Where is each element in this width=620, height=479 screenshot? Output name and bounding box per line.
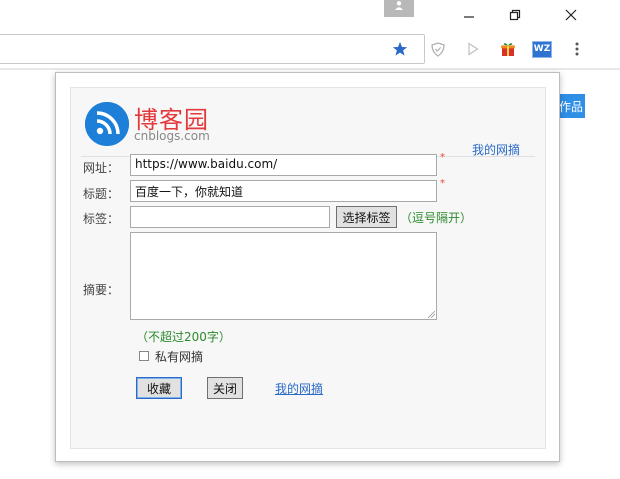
save-button[interactable]: 收藏 bbox=[136, 377, 182, 399]
side-tab-label: 作品 bbox=[558, 100, 583, 114]
private-label: 私有网摘 bbox=[155, 350, 204, 364]
close-button[interactable]: 关闭 bbox=[207, 377, 243, 399]
title-label: 标题： bbox=[83, 187, 120, 201]
resize-grip-icon[interactable] bbox=[428, 311, 435, 318]
shield-icon[interactable] bbox=[427, 38, 449, 60]
toolbar-divider bbox=[0, 68, 620, 70]
summary-label: 摘要： bbox=[83, 283, 120, 297]
title-field[interactable]: 百度一下，你就知道 bbox=[130, 180, 437, 202]
choose-tags-button[interactable]: 选择标签 bbox=[336, 206, 397, 228]
window-titlebar bbox=[0, 0, 620, 30]
url-field[interactable]: https://www.baidu.com/ bbox=[130, 154, 437, 176]
title-required-mark: * bbox=[440, 178, 445, 189]
summary-textarea[interactable] bbox=[130, 232, 437, 320]
wz-extension-button[interactable]: WZ bbox=[531, 38, 553, 60]
minimize-icon bbox=[464, 16, 474, 18]
close-icon bbox=[565, 9, 577, 21]
restore-button[interactable] bbox=[492, 0, 538, 30]
address-bar[interactable] bbox=[0, 34, 425, 64]
popup-panel: 博客园 cnblogs.com 我的网摘 网址： https://www.bai… bbox=[70, 87, 546, 449]
summary-hint: （不超过200字） bbox=[136, 330, 231, 344]
wz-popup: 博客园 cnblogs.com 我的网摘 网址： https://www.bai… bbox=[55, 72, 560, 462]
minimize-button[interactable] bbox=[446, 0, 492, 30]
user-icon bbox=[395, 1, 403, 10]
my-wz-link[interactable]: 我的网摘 bbox=[275, 380, 323, 397]
browser-toolbar: WZ bbox=[0, 32, 620, 68]
gift-icon[interactable] bbox=[497, 38, 519, 60]
user-profile-button[interactable] bbox=[384, 0, 414, 17]
menu-dots-icon[interactable] bbox=[566, 38, 588, 60]
tags-field[interactable] bbox=[130, 206, 330, 228]
restore-icon bbox=[509, 9, 521, 21]
wz-icon: WZ bbox=[532, 40, 552, 58]
play-icon[interactable] bbox=[462, 38, 484, 60]
private-checkbox[interactable] bbox=[139, 351, 149, 361]
wz-label: WZ bbox=[533, 44, 551, 54]
bookmark-star-icon[interactable] bbox=[389, 38, 411, 60]
close-window-button[interactable] bbox=[548, 0, 594, 30]
url-required-mark: * bbox=[440, 152, 445, 163]
tags-hint: （逗号隔开） bbox=[400, 211, 473, 225]
url-label: 网址： bbox=[83, 161, 120, 175]
brand-name-en: cnblogs.com bbox=[134, 129, 210, 143]
cnblogs-logo-icon[interactable] bbox=[85, 102, 129, 146]
tags-label: 标签： bbox=[83, 212, 120, 226]
